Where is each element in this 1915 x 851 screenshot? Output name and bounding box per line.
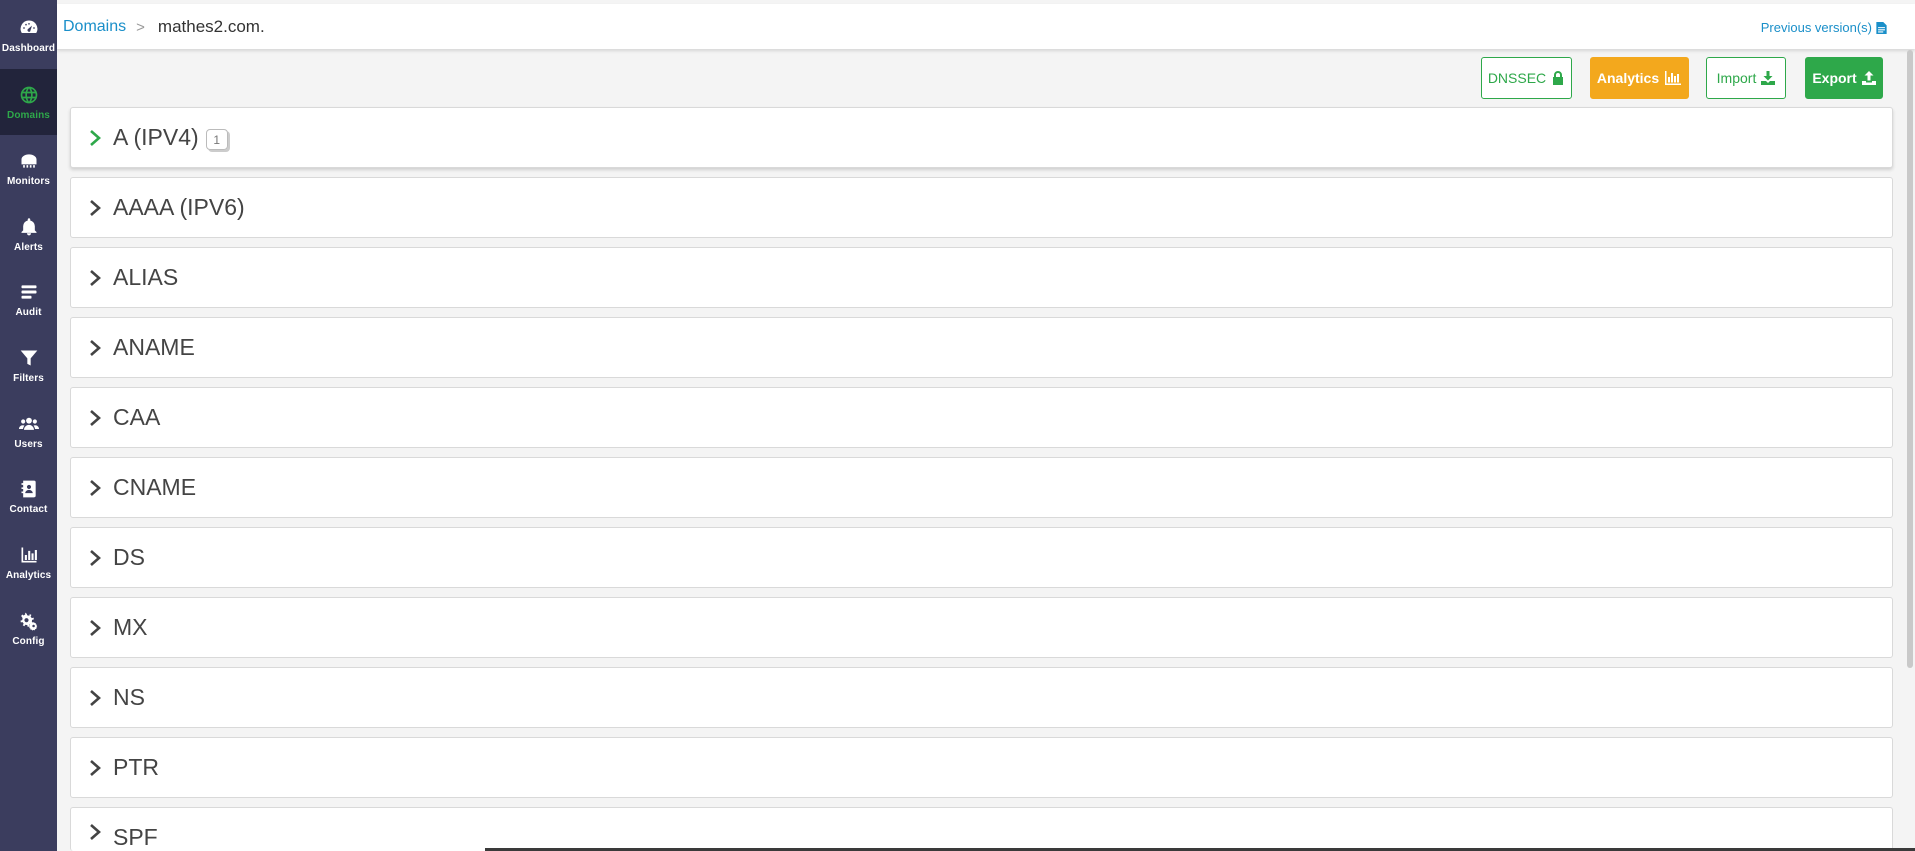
sidebar-item-filters[interactable]: Filters [0, 332, 57, 398]
chevron-right-icon [89, 339, 103, 356]
record-type-title: NS [113, 684, 145, 710]
breadcrumb-current-domain: mathes2.com. [157, 17, 265, 36]
record-panel-aaaa[interactable]: AAAA (IPV6) [70, 177, 1893, 238]
import-button[interactable]: Import [1706, 57, 1786, 99]
record-panel-ns[interactable]: NS [70, 667, 1893, 728]
previous-versions-label: Previous version(s) [1760, 20, 1872, 35]
contact-icon [18, 478, 40, 500]
sidebar-item-contact[interactable]: Contact [0, 463, 57, 529]
top-header: Domains > mathes2.com. Previous version(… [57, 4, 1915, 49]
filter-icon [18, 347, 40, 369]
record-type-title: ANAME [113, 334, 195, 360]
chevron-right-icon [89, 129, 103, 146]
audit-list-icon [18, 281, 40, 303]
sidebar-item-label: Alerts [14, 241, 43, 253]
export-button[interactable]: Export [1805, 57, 1883, 99]
globe-icon [18, 84, 40, 106]
breadcrumb-separator: > [136, 18, 145, 36]
sidebar-item-label: Contact [9, 503, 48, 515]
import-button-label: Import [1716, 70, 1757, 86]
upload-icon [1861, 71, 1876, 85]
dnssec-button[interactable]: DNSSEC [1481, 57, 1572, 99]
chevron-right-icon [89, 199, 103, 216]
sidebar-item-label: Audit [15, 306, 42, 318]
record-type-title: ALIAS [113, 264, 179, 290]
record-panel-ds[interactable]: DS [70, 527, 1893, 588]
record-type-title: SPF [113, 824, 158, 850]
chevron-right-icon [89, 619, 103, 636]
analytics-button[interactable]: Analytics [1590, 57, 1689, 99]
file-icon [1876, 21, 1887, 34]
sidebar-item-audit[interactable]: Audit [0, 266, 57, 332]
record-count-badge: 1 [205, 129, 228, 150]
chevron-right-icon [89, 269, 103, 286]
sidebar-item-monitors[interactable]: Monitors [0, 135, 57, 201]
chevron-right-icon [89, 479, 103, 496]
record-type-title: CNAME [113, 474, 197, 500]
lock-icon [1553, 71, 1564, 85]
breadcrumb-domains-link[interactable]: Domains [63, 18, 126, 36]
sidebar-item-label: Filters [13, 372, 44, 384]
record-type-title: A (IPV4) [113, 124, 199, 150]
chevron-right-icon [89, 759, 103, 776]
export-button-label: Export [1812, 70, 1857, 86]
sidebar-item-label: Config [12, 635, 45, 647]
monitor-icon [18, 150, 40, 172]
sidebar-item-users[interactable]: Users [0, 398, 57, 464]
sidebar-item-alerts[interactable]: Alerts [0, 201, 57, 267]
record-panel-spf[interactable]: SPF [70, 807, 1893, 851]
sidebar-item-label: Dashboard [1, 42, 56, 54]
record-type-title: CAA [113, 404, 161, 430]
bar-chart-icon [18, 544, 40, 566]
sidebar-item-label: Users [14, 438, 43, 450]
chevron-right-icon [89, 409, 103, 426]
record-panel-a[interactable]: A (IPV4) 1 [70, 107, 1893, 168]
chevron-right-icon [89, 549, 103, 566]
record-panel-alias[interactable]: ALIAS [70, 247, 1893, 308]
breadcrumb: Domains > mathes2.com. [63, 17, 265, 37]
record-type-title: PTR [113, 754, 159, 780]
chevron-right-icon [89, 824, 103, 840]
dashboard-icon [18, 17, 40, 39]
record-type-title: DS [113, 544, 145, 570]
sidebar-item-config[interactable]: Config [0, 595, 57, 661]
record-panel-mx[interactable]: MX [70, 597, 1893, 658]
bar-chart-icon [1665, 71, 1682, 85]
sidebar-item-domains[interactable]: Domains [0, 69, 57, 135]
sidebar-item-label: Analytics [5, 569, 52, 581]
chevron-right-icon [89, 689, 103, 706]
download-icon [1761, 71, 1776, 85]
analytics-button-label: Analytics [1596, 70, 1660, 86]
bell-icon [18, 216, 40, 238]
dnssec-button-label: DNSSEC [1487, 70, 1547, 86]
gears-icon [18, 610, 40, 632]
record-panel-ptr[interactable]: PTR [70, 737, 1893, 798]
sidebar-item-label: Domains [7, 109, 50, 121]
record-panel-cname[interactable]: CNAME [70, 457, 1893, 518]
sidebar: Dashboard Domains Monitors Alerts Audit … [0, 0, 57, 851]
record-panel-caa[interactable]: CAA [70, 387, 1893, 448]
record-type-title: AAAA (IPV6) [113, 194, 245, 220]
record-panel-aname[interactable]: ANAME [70, 317, 1893, 378]
previous-versions-link[interactable]: Previous version(s) [1761, 20, 1887, 35]
vertical-scrollbar[interactable] [1907, 50, 1913, 668]
record-type-title: MX [113, 614, 148, 640]
sidebar-item-dashboard[interactable]: Dashboard [0, 2, 57, 68]
sidebar-item-analytics[interactable]: Analytics [0, 529, 57, 595]
sidebar-item-label: Monitors [6, 175, 51, 187]
users-icon [18, 413, 40, 435]
